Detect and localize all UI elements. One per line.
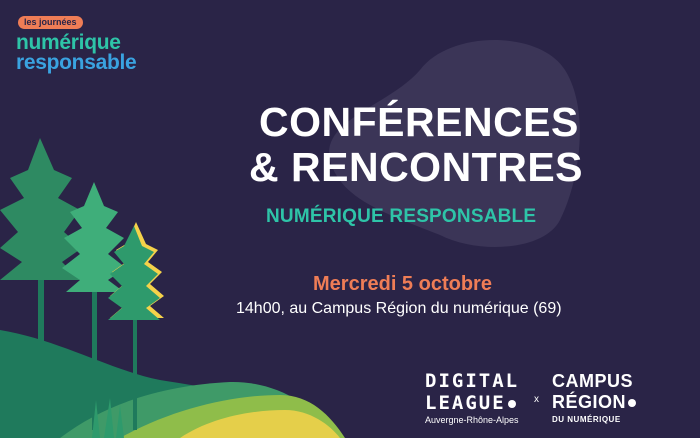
- campus-region-logo: CAMPUS RÉGION DU NUMÉRIQUE: [552, 371, 637, 424]
- event-place: 14h00, au Campus Région du numérique (69…: [236, 300, 562, 317]
- digital-league-line1: DIGITAL: [425, 370, 520, 392]
- brand-line1: numérique: [16, 31, 121, 54]
- dot-icon: [507, 399, 516, 408]
- brand-line2: responsable: [16, 51, 137, 74]
- digital-league-logo: DIGITAL LEAGUE Auvergne-Rhône-Alpes: [425, 370, 519, 425]
- campus-line1: CAMPUS: [552, 371, 634, 391]
- campus-line2: RÉGION: [552, 392, 637, 413]
- digital-league-line2: LEAGUE: [425, 392, 519, 414]
- dot-icon: [628, 399, 637, 408]
- digital-league-sub: Auvergne-Rhône-Alpes: [425, 415, 519, 425]
- headline-line1: CONFÉRENCES: [259, 99, 579, 145]
- banner: les journées numérique responsable CONFÉ…: [0, 0, 700, 438]
- partner-separator: x: [534, 394, 539, 405]
- brand-tag: les journées: [18, 16, 83, 29]
- headline-line2: & RENCONTRES: [249, 144, 584, 190]
- subtitle: NUMÉRIQUE RESPONSABLE: [266, 206, 537, 227]
- campus-sub: DU NUMÉRIQUE: [552, 415, 621, 424]
- event-date: Mercredi 5 octobre: [313, 273, 492, 295]
